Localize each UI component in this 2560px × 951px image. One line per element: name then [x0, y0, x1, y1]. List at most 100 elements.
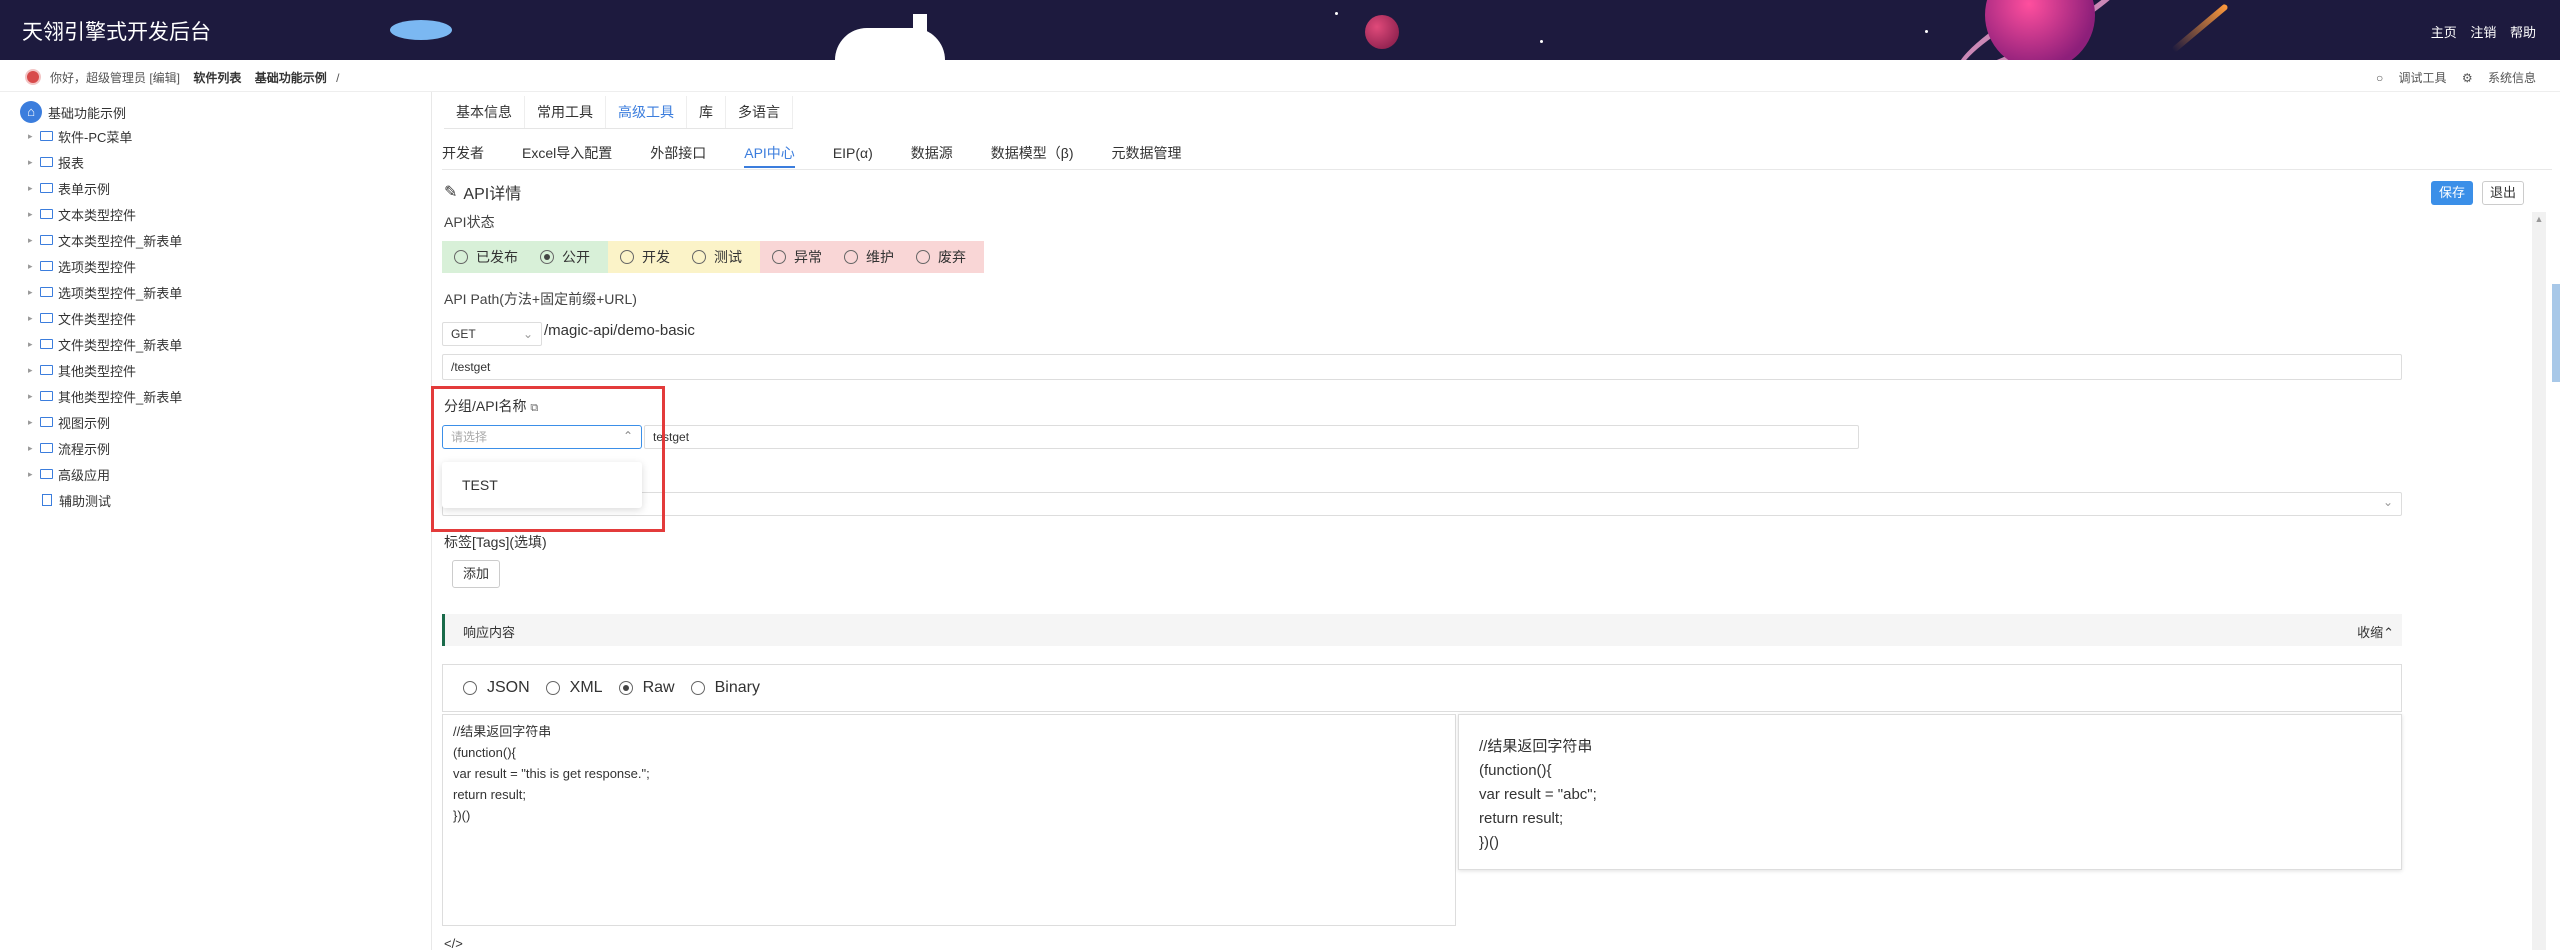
- system-info-link[interactable]: ⚙ 系统信息: [2462, 71, 2536, 85]
- breadcrumb-demo[interactable]: 基础功能示例: [255, 71, 327, 85]
- method-select[interactable]: GET ⌄: [442, 322, 542, 346]
- format-radio[interactable]: [463, 681, 477, 695]
- status-radio[interactable]: [772, 250, 786, 264]
- sidebar-item-label: 文本类型控件_新表单: [58, 233, 183, 249]
- sidebar-item-label: 其他类型控件_新表单: [58, 389, 183, 405]
- sidebar-item[interactable]: ▸ 选项类型控件: [28, 256, 136, 276]
- breadcrumb-separator: /: [336, 71, 340, 85]
- status-segment-green: 已发布 公开: [442, 241, 608, 273]
- status-radio[interactable]: [620, 250, 634, 264]
- star-icon: [1540, 40, 1543, 43]
- format-radio[interactable]: [545, 681, 560, 695]
- tab-primary[interactable]: 高级工具: [606, 96, 687, 128]
- tab-secondary[interactable]: 数据源: [911, 138, 953, 168]
- status-radio-label: 已发布: [476, 249, 518, 265]
- tab-secondary[interactable]: 元数据管理: [1112, 138, 1182, 168]
- status-radio[interactable]: [844, 250, 858, 264]
- folder-icon: [40, 209, 53, 219]
- exit-button[interactable]: 退出: [2482, 181, 2524, 205]
- sidebar-item-label: 表单示例: [58, 181, 111, 197]
- response-code-editor[interactable]: //结果返回字符串 (function(){ var result = "thi…: [442, 714, 1456, 926]
- sidebar-item[interactable]: ▸ 高级应用: [28, 464, 110, 484]
- large-planet-illustration: [1985, 0, 2095, 60]
- sidebar-item[interactable]: ▸ 报表: [28, 152, 84, 172]
- extra-select[interactable]: ⌄: [442, 492, 2402, 516]
- code-tag-icon: </>: [444, 936, 463, 951]
- tab-secondary[interactable]: Excel导入配置: [522, 138, 612, 168]
- breadcrumb: 你好，超级管理员 [编辑] 软件列表 基础功能示例 /: [50, 69, 339, 86]
- tab-secondary[interactable]: 开发者: [442, 138, 484, 168]
- format-radio[interactable]: [690, 681, 705, 695]
- sidebar-item-label: 文件类型控件: [58, 311, 137, 327]
- greeting-text[interactable]: 你好，超级管理员 [编辑]: [50, 71, 180, 85]
- save-button[interactable]: 保存: [2431, 181, 2473, 205]
- sidebar-item[interactable]: ▸ 软件-PC菜单: [28, 126, 132, 146]
- nav-help-link[interactable]: 帮助: [2510, 25, 2536, 40]
- star-icon: [1335, 12, 1338, 15]
- scrollbar[interactable]: [2532, 212, 2546, 950]
- sidebar-item[interactable]: ▸ 文本类型控件: [28, 204, 136, 224]
- status-radio[interactable]: [540, 250, 554, 264]
- breadcrumb-software-list[interactable]: 软件列表: [193, 71, 241, 85]
- scroll-up-icon[interactable]: ▲: [2533, 214, 2545, 234]
- home-icon: ⌂: [20, 101, 42, 123]
- sidebar-item[interactable]: ▸ 视图示例: [28, 412, 110, 432]
- add-tag-button[interactable]: 添加: [452, 560, 500, 588]
- folder-icon: [40, 313, 53, 323]
- folder-icon: [40, 287, 53, 297]
- sidebar-item[interactable]: ▸ 文件类型控件_新表单: [28, 334, 182, 354]
- sidebar-item[interactable]: ▸ 文件类型控件: [28, 308, 136, 328]
- tab-primary[interactable]: 多语言: [726, 96, 793, 128]
- format-radio[interactable]: [618, 681, 633, 695]
- status-radio[interactable]: [916, 250, 930, 264]
- tree-root[interactable]: ⌂ 基础功能示例: [20, 101, 126, 123]
- sidebar-item[interactable]: ▸ 其他类型控件: [28, 360, 136, 380]
- collapse-toggle[interactable]: 收缩⌃: [2357, 622, 2394, 641]
- caret-right-icon: ▸: [28, 442, 33, 453]
- api-name-input[interactable]: testget: [644, 425, 1859, 449]
- planet-illustration: [1365, 15, 1399, 49]
- tabs-divider: [442, 169, 2552, 170]
- folder-icon: [40, 339, 53, 349]
- api-path-label: API Path(方法+固定前缀+URL): [444, 291, 637, 307]
- api-status-label: API状态: [444, 214, 495, 230]
- status-radio[interactable]: [454, 250, 468, 264]
- response-title: 响应内容: [463, 625, 516, 640]
- sidebar-item-label: 报表: [58, 155, 85, 171]
- folder-icon: [40, 131, 53, 141]
- caret-right-icon: ▸: [28, 286, 33, 297]
- caret-right-icon: ▸: [28, 468, 33, 479]
- status-radio[interactable]: [692, 250, 706, 264]
- tab-primary[interactable]: 基本信息: [444, 96, 525, 128]
- sidebar-item-label: 视图示例: [58, 415, 111, 431]
- nav-home-link[interactable]: 主页: [2431, 25, 2457, 40]
- tab-secondary[interactable]: 数据模型（β): [991, 138, 1074, 168]
- sidebar-item[interactable]: 辅助测试: [28, 490, 111, 510]
- sidebar-item[interactable]: ▸ 文本类型控件_新表单: [28, 230, 182, 250]
- debug-tools-label: 调试工具: [2398, 71, 2447, 85]
- tree-root-label: 基础功能示例: [48, 105, 127, 121]
- blimp-illustration: [390, 20, 452, 40]
- tags-label: 标签[Tags](选填): [444, 534, 547, 550]
- api-path-input[interactable]: /testget: [442, 354, 2402, 380]
- debug-tools-link[interactable]: ○ 调试工具: [2376, 71, 2447, 85]
- caret-right-icon: ▸: [28, 208, 33, 219]
- tab-secondary[interactable]: 外部接口: [650, 138, 706, 168]
- avatar: [25, 69, 41, 85]
- sidebar-item[interactable]: ▸ 表单示例: [28, 178, 110, 198]
- system-info-label: 系统信息: [2487, 71, 2536, 85]
- star-icon: [1925, 30, 1928, 33]
- tab-primary[interactable]: 库: [687, 96, 726, 128]
- sidebar-item[interactable]: ▸ 流程示例: [28, 438, 110, 458]
- folder-icon: [40, 417, 53, 427]
- side-handle[interactable]: [2552, 284, 2560, 382]
- sidebar-item-label: 文本类型控件: [58, 207, 137, 223]
- tab-primary[interactable]: 常用工具: [525, 96, 606, 128]
- highlight-annotation: [431, 386, 665, 532]
- tab-secondary[interactable]: EIP(α): [833, 138, 873, 168]
- sidebar-item[interactable]: ▸ 选项类型控件_新表单: [28, 282, 182, 302]
- nav-logout-link[interactable]: 注销: [2470, 25, 2496, 40]
- chevron-down-icon: ⌄: [522, 327, 533, 341]
- sidebar-item[interactable]: ▸ 其他类型控件_新表单: [28, 386, 182, 406]
- tab-secondary[interactable]: API中心: [744, 138, 795, 168]
